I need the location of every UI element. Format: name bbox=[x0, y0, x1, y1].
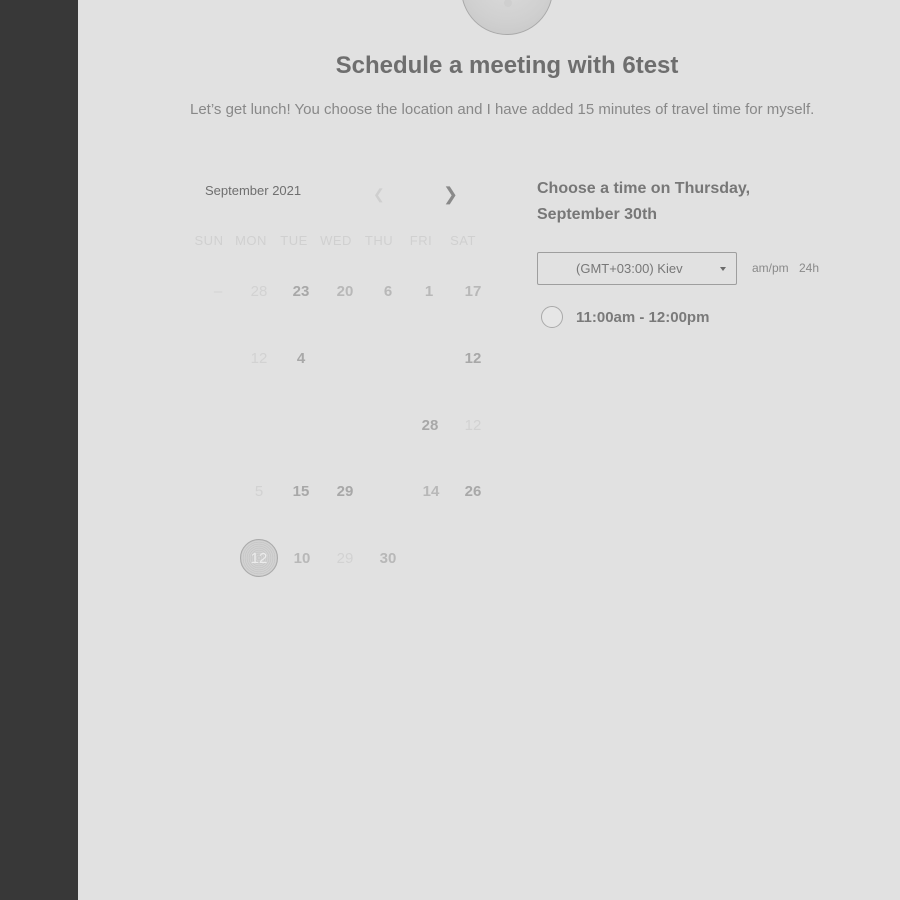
calendar-day: 28 bbox=[250, 282, 268, 300]
calendar-day[interactable]: 20 bbox=[327, 273, 363, 309]
weekday-wed: WED bbox=[320, 233, 352, 248]
format-ampm-toggle[interactable]: am/pm bbox=[752, 261, 789, 275]
calendar-day[interactable]: 23 bbox=[283, 273, 319, 309]
calendar-day[interactable]: 6 bbox=[370, 273, 406, 309]
calendar-day[interactable]: 14 bbox=[413, 473, 449, 509]
weekday-thu: THU bbox=[364, 233, 394, 248]
calendar-day: 12 bbox=[464, 416, 482, 434]
chevron-right-icon[interactable]: ❯ bbox=[443, 184, 458, 205]
calendar-day[interactable]: 29 bbox=[327, 473, 363, 509]
choose-time-heading: Choose a time on Thursday, September 30t… bbox=[537, 180, 751, 223]
weekday-sun: SUN bbox=[194, 233, 224, 248]
calendar-day[interactable]: 26 bbox=[455, 473, 491, 509]
chevron-left-icon[interactable]: ❮ bbox=[373, 186, 385, 203]
calendar-day: – bbox=[213, 282, 223, 300]
meeting-description: Let’s get lunch! You choose the location… bbox=[190, 101, 815, 118]
weekday-mon: MON bbox=[235, 233, 267, 248]
calendar-day: 5 bbox=[254, 482, 264, 500]
weekday-tue: TUE bbox=[280, 233, 308, 248]
calendar-day: 29 bbox=[336, 549, 354, 567]
calendar-day[interactable]: 10 bbox=[284, 540, 320, 576]
timezone-select[interactable]: (GMT+03:00) Kiev bbox=[537, 252, 737, 285]
calendar-day: 12 bbox=[250, 349, 268, 367]
calendar-month-label: September 2021 bbox=[205, 183, 302, 198]
main-panel bbox=[78, 0, 900, 900]
calendar-day[interactable]: 1 bbox=[411, 273, 447, 309]
calendar-day[interactable]: 15 bbox=[283, 473, 319, 509]
calendar-day[interactable]: 17 bbox=[455, 273, 491, 309]
weekday-sat: SAT bbox=[450, 233, 476, 248]
time-slot-option[interactable]: 11:00am - 12:00pm bbox=[540, 305, 780, 331]
time-slot-label: 11:00am - 12:00pm bbox=[576, 309, 710, 326]
calendar-day[interactable]: 4 bbox=[283, 340, 319, 376]
caret-down-icon bbox=[720, 267, 726, 271]
avatar-dot bbox=[504, 0, 512, 7]
calendar-day[interactable]: 28 bbox=[412, 407, 448, 443]
timezone-value: (GMT+03:00) Kiev bbox=[576, 261, 683, 276]
calendar-day-selected[interactable]: 12 bbox=[240, 539, 278, 577]
left-sidebar bbox=[0, 0, 78, 900]
page-title: Schedule a meeting with 6test bbox=[335, 52, 679, 79]
format-24h-toggle[interactable]: 24h bbox=[799, 261, 819, 275]
calendar-day[interactable]: 30 bbox=[370, 540, 406, 576]
weekday-fri: FRI bbox=[409, 233, 433, 248]
radio-button[interactable] bbox=[541, 306, 563, 328]
calendar-day[interactable]: 12 bbox=[455, 340, 491, 376]
